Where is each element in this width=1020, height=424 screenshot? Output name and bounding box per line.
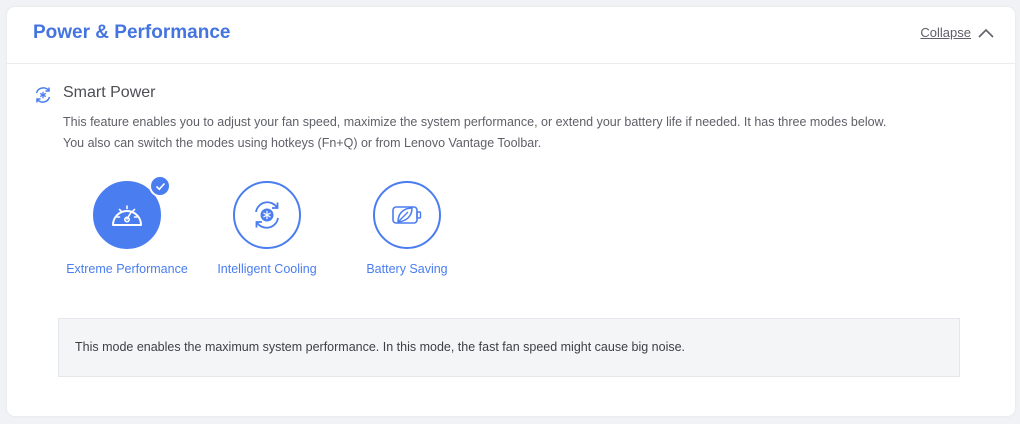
power-performance-card: Power & Performance Collapse Smart Power…	[7, 7, 1015, 416]
refresh-snowflake-icon	[35, 87, 51, 103]
collapse-button[interactable]: Collapse	[920, 25, 995, 40]
mode-battery-saving[interactable]: Battery Saving	[332, 181, 482, 276]
mode-circle[interactable]	[93, 175, 171, 249]
leaf-battery-icon	[392, 206, 422, 224]
section-description: This feature enables you to adjust your …	[63, 115, 887, 150]
card-header: Power & Performance Collapse	[7, 7, 1015, 64]
mode-circle[interactable]	[233, 181, 301, 249]
mode-label[interactable]: Battery Saving	[332, 262, 482, 276]
mode-description-text: This mode enables the maximum system per…	[75, 340, 686, 354]
speedometer-icon	[112, 205, 142, 226]
mode-intelligent-cooling[interactable]: Intelligent Cooling	[192, 181, 342, 276]
cooling-cycle-icon	[255, 201, 279, 229]
mode-description-box: This mode enables the maximum system per…	[58, 318, 960, 377]
mode-label[interactable]: Extreme Performance	[52, 262, 202, 276]
mode-extreme-performance[interactable]: Extreme Performance	[52, 175, 202, 276]
chevron-up-icon[interactable]	[977, 27, 995, 39]
card-title: Power & Performance	[33, 22, 231, 43]
mode-label[interactable]: Intelligent Cooling	[192, 262, 342, 276]
mode-circle[interactable]	[373, 181, 441, 249]
collapse-label[interactable]: Collapse	[920, 25, 971, 40]
section-title: Smart Power	[63, 84, 156, 101]
selected-check-icon	[149, 175, 171, 197]
